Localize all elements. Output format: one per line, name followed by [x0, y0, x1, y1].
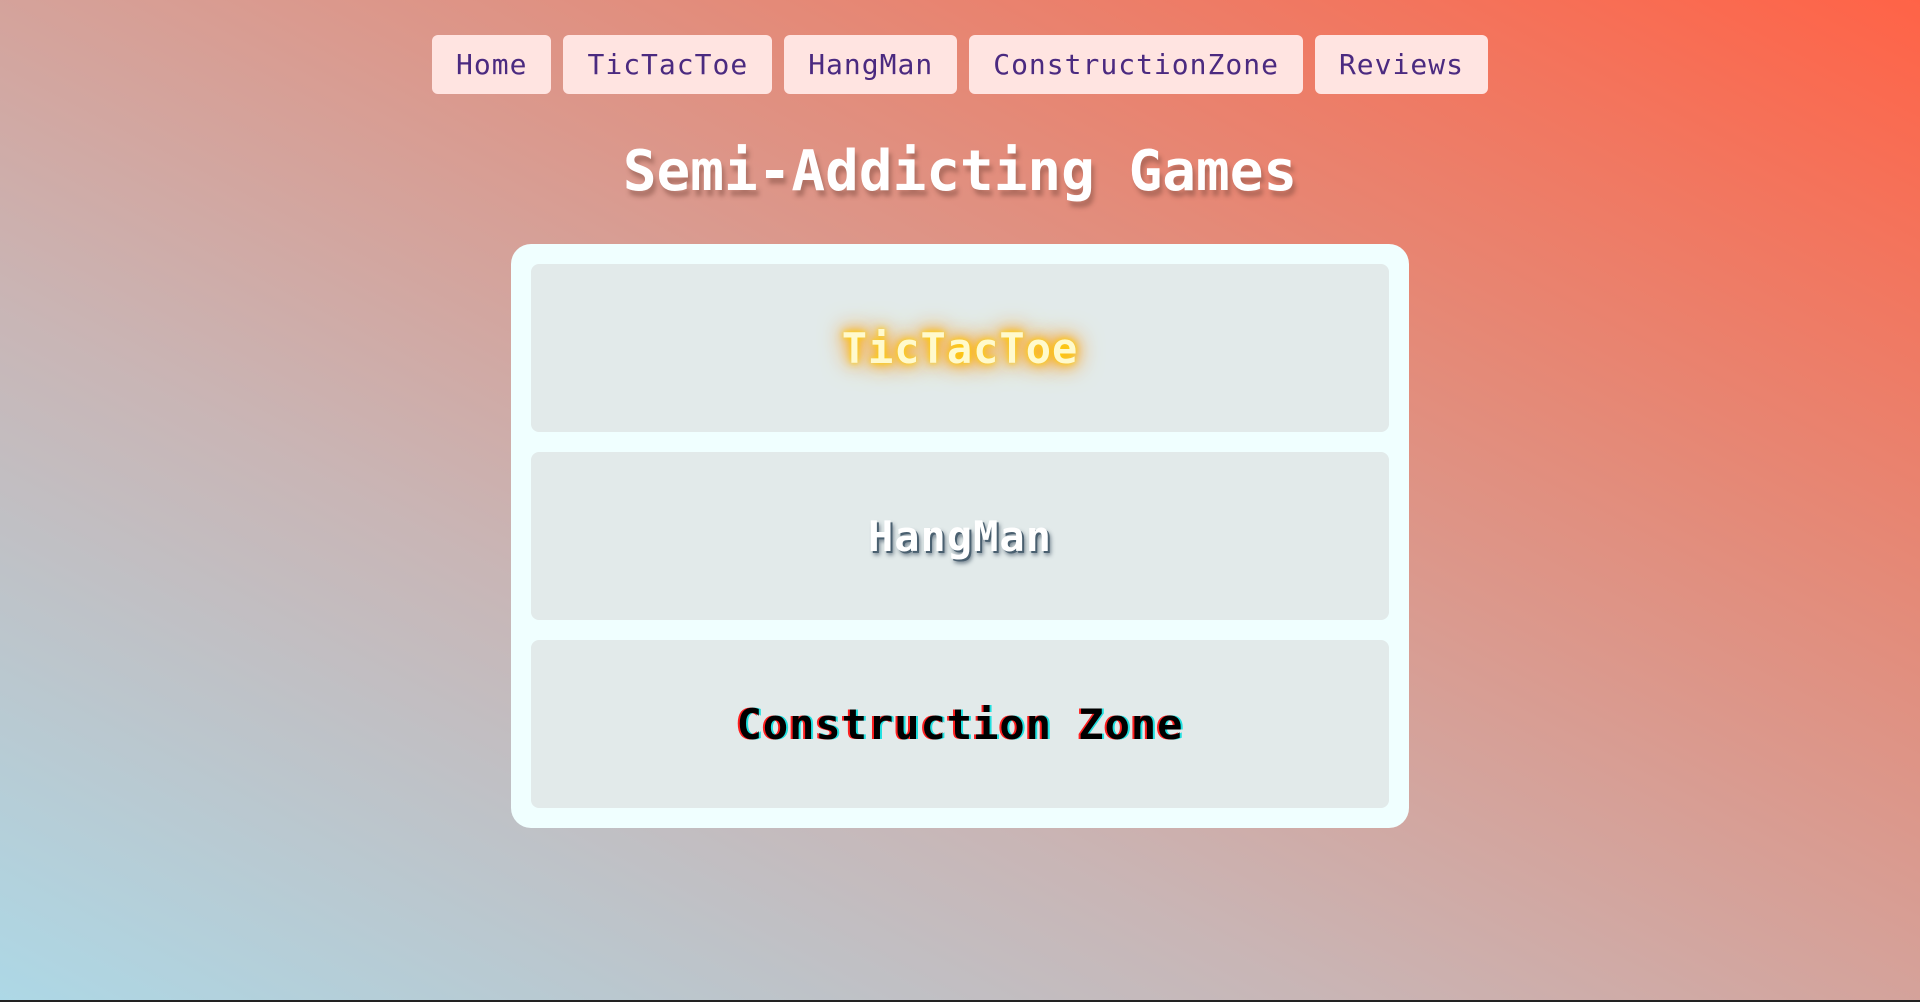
- nav-reviews-button[interactable]: Reviews: [1314, 35, 1488, 94]
- game-label-tictactoe: TicTacToe: [841, 323, 1079, 373]
- game-label-construction-zone: Construction Zone: [736, 699, 1184, 749]
- game-label-hangman: HangMan: [867, 511, 1052, 561]
- top-nav: Home TicTacToe HangMan ConstructionZone …: [0, 0, 1920, 94]
- game-card-hangman[interactable]: HangMan: [531, 452, 1389, 620]
- nav-hangman-button[interactable]: HangMan: [784, 35, 958, 94]
- nav-tictactoe-button[interactable]: TicTacToe: [563, 35, 773, 94]
- nav-constructionzone-button[interactable]: ConstructionZone: [969, 35, 1303, 94]
- page-title: Semi-Addicting Games: [622, 139, 1298, 204]
- nav-home-button[interactable]: Home: [432, 35, 552, 94]
- game-card-tictactoe[interactable]: TicTacToe: [531, 264, 1389, 432]
- games-panel: TicTacToe HangMan Construction Zone: [511, 244, 1409, 828]
- game-card-construction-zone[interactable]: Construction Zone: [531, 640, 1389, 808]
